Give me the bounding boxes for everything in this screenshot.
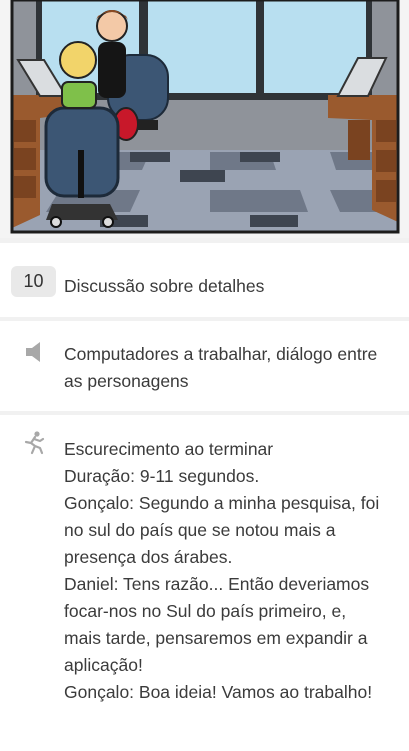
speaker-icon <box>24 340 44 364</box>
sound-description: Computadores a trabalhar, diálogo entre … <box>64 344 378 391</box>
running-person-icon <box>23 431 45 455</box>
action-description: Escurecimento ao terminar Duração: 9-11 … <box>64 439 380 702</box>
shot-number-badge: 10 <box>11 266 56 297</box>
storyboard-frame-image <box>0 0 409 238</box>
shot-title: Discussão sobre detalhes <box>64 276 265 296</box>
